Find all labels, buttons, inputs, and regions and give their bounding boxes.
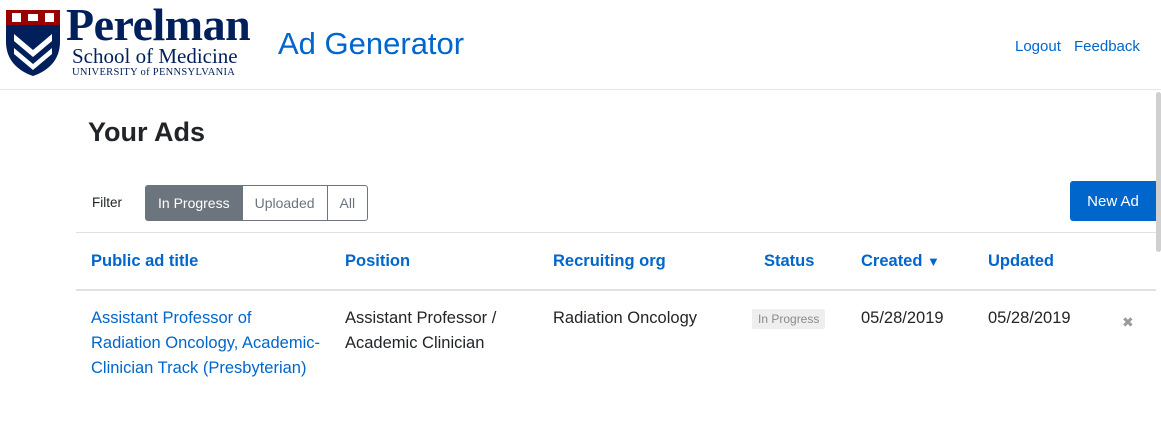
logo-university-text: UNIVERSITY of PENNSYLVANIA [72,67,236,78]
logo-school-text: School of Medicine [72,44,238,68]
column-header-title[interactable]: Public ad title [91,252,198,271]
app-title[interactable]: Ad Generator [278,24,464,64]
new-ad-button[interactable]: New Ad [1070,181,1156,221]
filter-in-progress-button[interactable]: In Progress [145,185,243,221]
ad-created-date: 05/28/2019 [861,309,944,327]
table-header-divider [76,289,1156,291]
page-title: Your Ads [88,117,206,147]
penn-shield-icon [6,10,60,76]
ad-position: Assistant Professor / Academic Clinician [345,309,497,352]
filter-button-group: In Progress Uploaded All [145,185,369,221]
logo-perelman-text: Perelman [66,0,251,50]
penn-medicine-logo[interactable]: Perelman School of Medicine UNIVERSITY o… [0,0,275,88]
table-top-divider [76,232,1156,233]
logout-link[interactable]: Logout [1015,38,1061,55]
column-header-updated[interactable]: Updated [988,252,1054,271]
column-header-position[interactable]: Position [345,252,410,271]
column-header-recruiting-org[interactable]: Recruiting org [553,252,666,271]
filter-label: Filter [92,195,122,210]
status-badge: In Progress [752,309,826,329]
top-navbar: Perelman School of Medicine UNIVERSITY o… [0,0,1161,90]
scrollbar[interactable] [1156,92,1161,252]
sort-descending-icon: ▼ [927,254,940,269]
column-header-created-label: Created [861,252,923,270]
ad-title-link[interactable]: Assistant Professor of Radiation Oncolog… [91,306,321,381]
feedback-link[interactable]: Feedback [1074,38,1140,55]
column-header-status[interactable]: Status [764,252,814,271]
filter-all-button[interactable]: All [326,185,369,221]
close-icon[interactable]: ✖ [1122,315,1134,331]
column-header-created[interactable]: Created ▼ [861,252,940,271]
filter-uploaded-button[interactable]: Uploaded [241,185,328,221]
ad-updated-date: 05/28/2019 [988,309,1071,327]
ad-recruiting-org: Radiation Oncology [553,309,698,327]
